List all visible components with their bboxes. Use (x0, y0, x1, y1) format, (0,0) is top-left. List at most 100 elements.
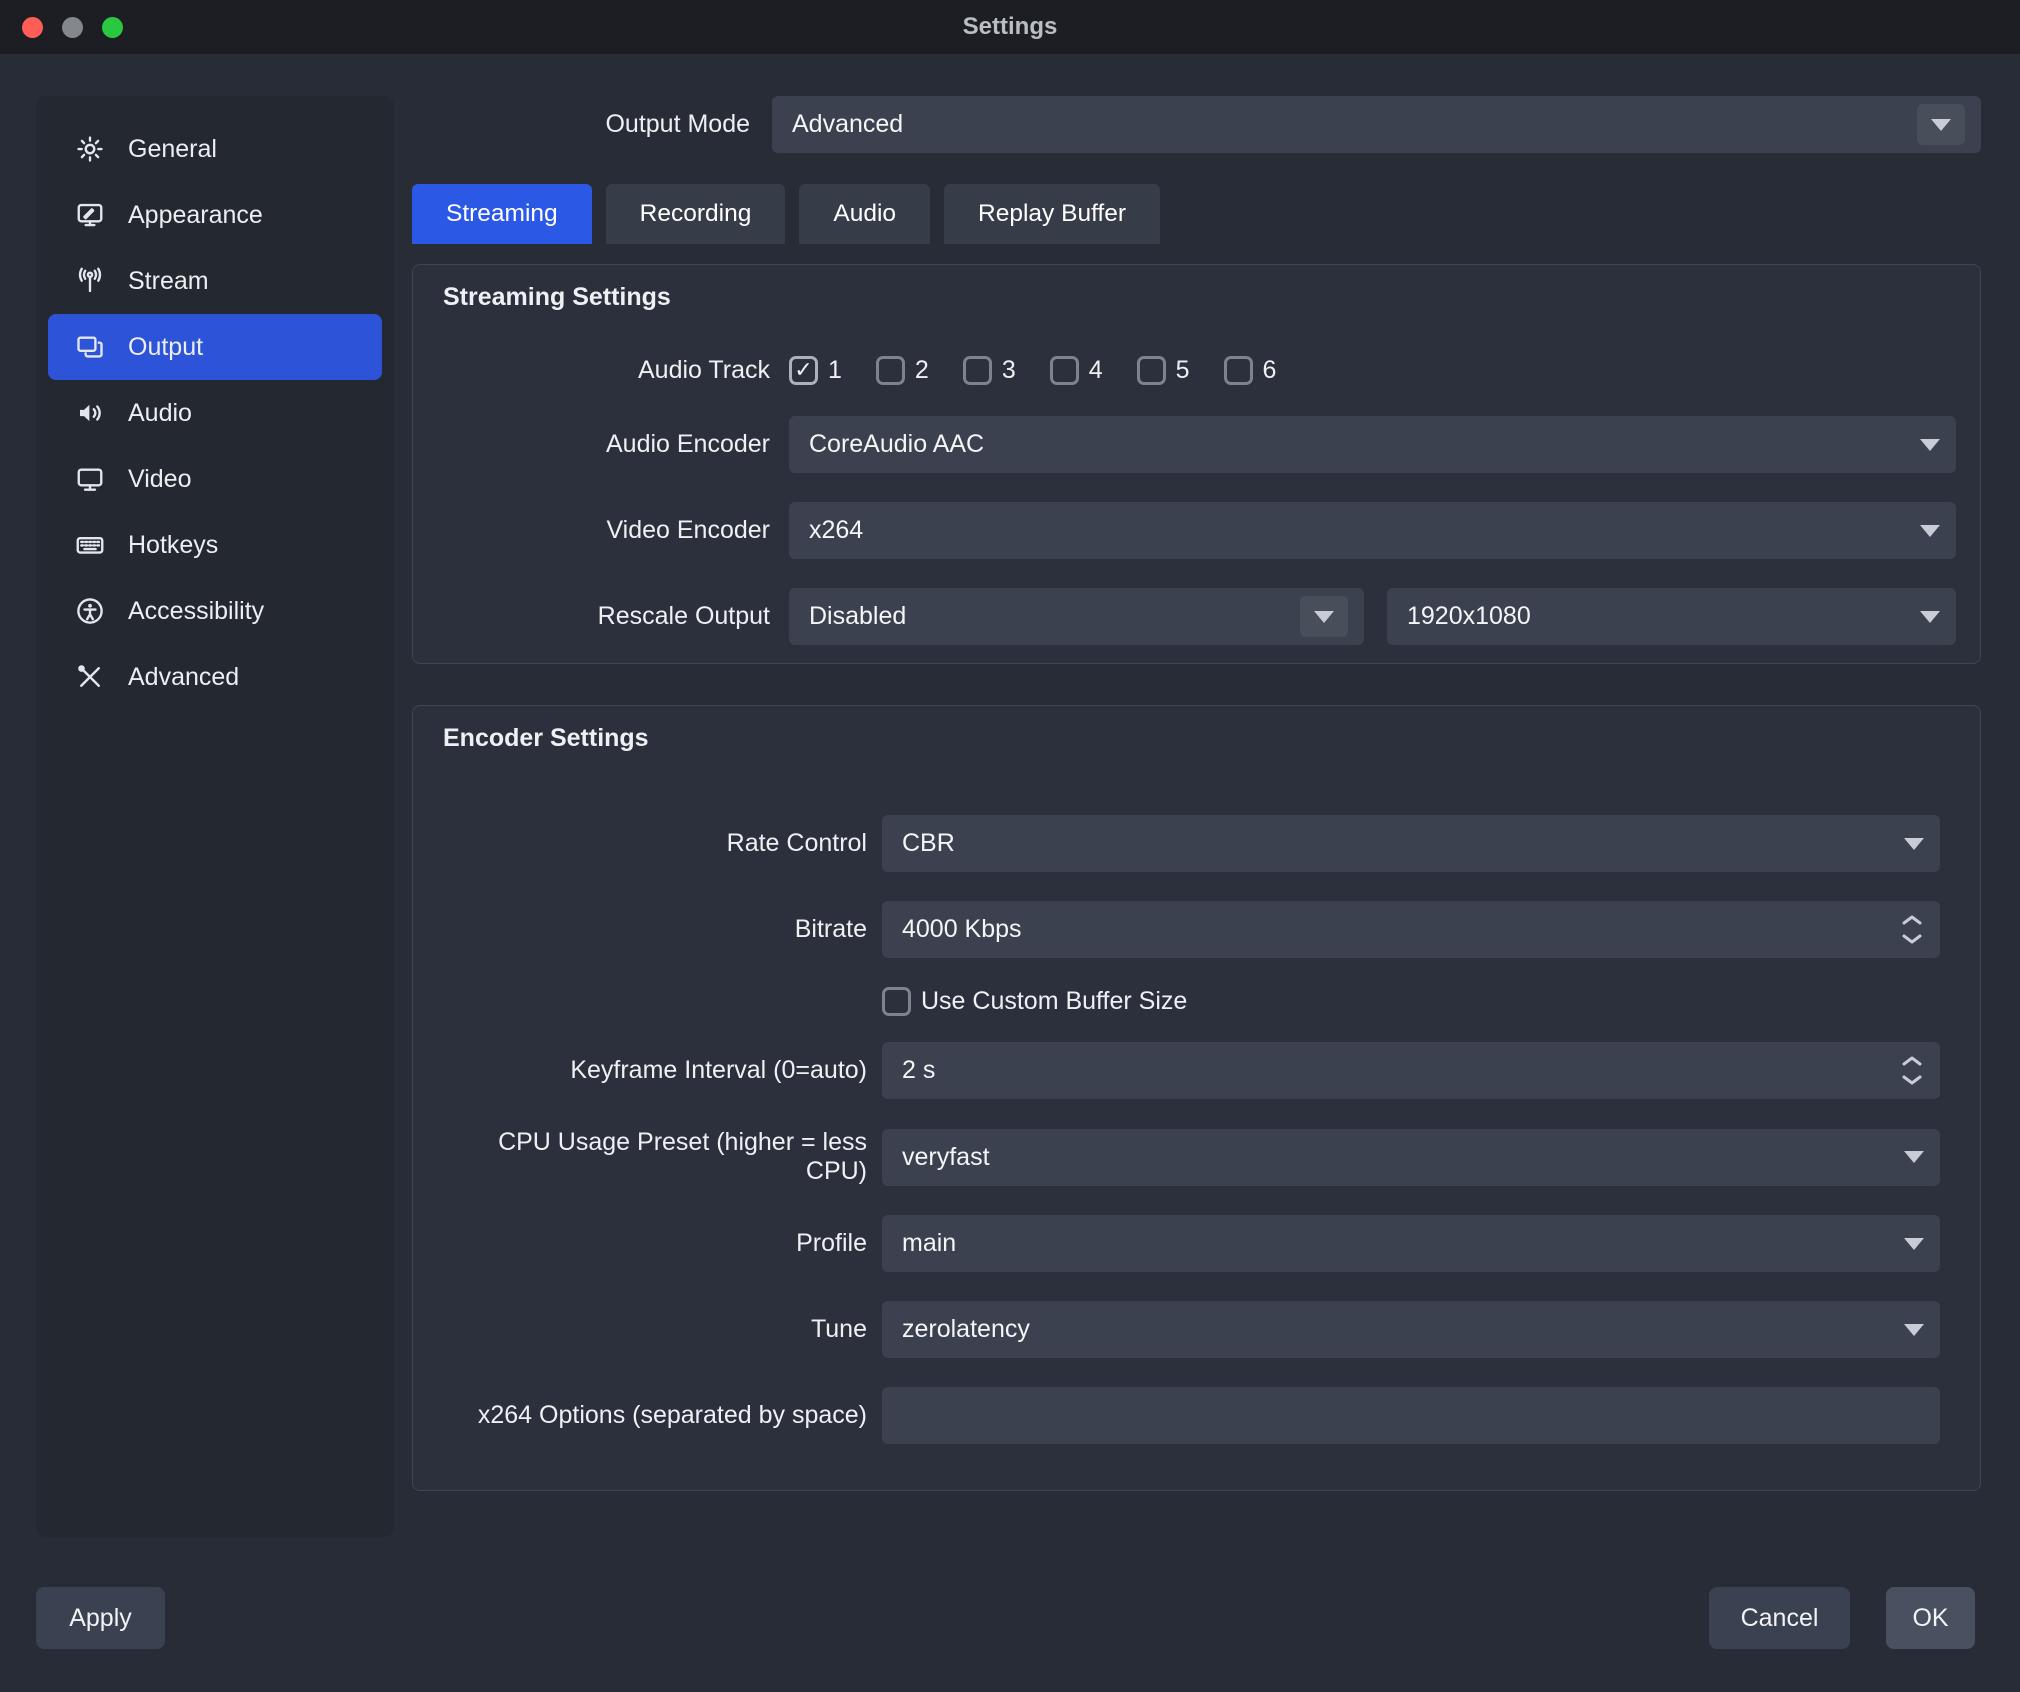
custom-buffer-checkbox[interactable] (882, 987, 911, 1016)
chevron-down-icon (1900, 1074, 1924, 1086)
sidebar-item-general[interactable]: General (48, 116, 382, 182)
minimize-window-button[interactable] (62, 17, 83, 38)
bitrate-spinner[interactable]: 4000 Kbps (882, 901, 1940, 958)
audio-track-checkboxes: 1 2 3 4 5 (789, 350, 1276, 390)
tab-audio[interactable]: Audio (799, 184, 930, 244)
chevron-down-icon (1920, 611, 1940, 623)
profile-select[interactable]: main (882, 1215, 1940, 1272)
audio-track-5: 5 (1137, 356, 1190, 385)
audio-track-3-label: 3 (1002, 356, 1016, 385)
video-encoder-label: Video Encoder (437, 516, 770, 545)
chevron-down-icon (1314, 611, 1334, 623)
sidebar-item-label: Stream (128, 267, 209, 296)
x264-options-row: x264 Options (separated by space) (437, 1387, 1956, 1444)
titlebar: Settings (0, 0, 2020, 54)
close-window-button[interactable] (22, 17, 43, 38)
output-tabs: Streaming Recording Audio Replay Buffer (412, 184, 1981, 244)
audio-track-2: 2 (876, 356, 929, 385)
chevron-down-icon (1904, 838, 1924, 850)
audio-track-1: 1 (789, 356, 842, 385)
tune-row: Tune zerolatency (437, 1301, 1956, 1358)
encoder-settings-group: Encoder Settings Rate Control CBR Bitrat… (412, 705, 1981, 1491)
sidebar-item-hotkeys[interactable]: Hotkeys (48, 512, 382, 578)
audio-encoder-select[interactable]: CoreAudio AAC (789, 416, 1956, 473)
output-mode-select[interactable]: Advanced (772, 96, 1981, 153)
chevron-up-icon (1900, 1055, 1924, 1067)
cpu-preset-row: CPU Usage Preset (higher = less CPU) ver… (437, 1128, 1956, 1186)
audio-track-4-checkbox[interactable] (1050, 356, 1079, 385)
cancel-button[interactable]: Cancel (1709, 1587, 1850, 1649)
group-title: Streaming Settings (443, 283, 1956, 316)
rate-control-label: Rate Control (437, 829, 867, 858)
profile-label: Profile (437, 1229, 867, 1258)
tab-recording[interactable]: Recording (606, 184, 786, 244)
rate-control-value: CBR (902, 829, 955, 858)
tune-label: Tune (437, 1315, 867, 1344)
sidebar-item-label: Output (128, 333, 203, 362)
rate-control-row: Rate Control CBR (437, 815, 1956, 872)
tune-value: zerolatency (902, 1315, 1030, 1344)
audio-encoder-value: CoreAudio AAC (809, 430, 984, 459)
audio-track-label: Audio Track (437, 356, 770, 385)
keyframe-interval-row: Keyframe Interval (0=auto) 2 s (437, 1042, 1956, 1099)
streaming-settings-group: Streaming Settings Audio Track 1 2 3 (412, 264, 1981, 664)
sidebar-item-appearance[interactable]: Appearance (48, 182, 382, 248)
audio-track-5-checkbox[interactable] (1137, 356, 1166, 385)
audio-track-2-label: 2 (915, 356, 929, 385)
rescale-mode-select[interactable]: Disabled (789, 588, 1364, 645)
audio-track-4: 4 (1050, 356, 1103, 385)
apply-button[interactable]: Apply (36, 1587, 165, 1649)
appearance-icon (74, 199, 106, 231)
rate-control-select[interactable]: CBR (882, 815, 1940, 872)
chevron-up-icon (1900, 914, 1924, 926)
output-mode-value: Advanced (792, 110, 903, 139)
audio-track-1-label: 1 (828, 356, 842, 385)
chevron-down-icon (1904, 1324, 1924, 1336)
sidebar-item-video[interactable]: Video (48, 446, 382, 512)
sidebar-item-stream[interactable]: Stream (48, 248, 382, 314)
main-panel: Output Mode Advanced Streaming Recording… (412, 96, 1981, 1491)
bitrate-value: 4000 Kbps (902, 915, 1022, 944)
cpu-preset-select[interactable]: veryfast (882, 1129, 1940, 1186)
zoom-window-button[interactable] (102, 17, 123, 38)
x264-options-input[interactable] (882, 1387, 1940, 1444)
keyframe-interval-label: Keyframe Interval (0=auto) (437, 1056, 867, 1085)
audio-track-6-label: 6 (1263, 356, 1277, 385)
sidebar-item-accessibility[interactable]: Accessibility (48, 578, 382, 644)
sidebar-item-output[interactable]: Output (48, 314, 382, 380)
custom-buffer-row: Use Custom Buffer Size (437, 984, 1956, 1018)
chevron-down-icon (1904, 1151, 1924, 1163)
traffic-lights (22, 0, 123, 54)
tab-streaming[interactable]: Streaming (412, 184, 592, 244)
tab-replay-buffer[interactable]: Replay Buffer (944, 184, 1160, 244)
ok-button[interactable]: OK (1886, 1587, 1975, 1649)
audio-track-6-checkbox[interactable] (1224, 356, 1253, 385)
keyframe-interval-value: 2 s (902, 1056, 935, 1085)
profile-row: Profile main (437, 1215, 1956, 1272)
audio-track-2-checkbox[interactable] (876, 356, 905, 385)
window-title: Settings (963, 13, 1058, 41)
gear-icon (74, 133, 106, 165)
dropdown-arrow-box (1300, 596, 1348, 637)
video-encoder-select[interactable]: x264 (789, 502, 1956, 559)
keyframe-interval-spinner[interactable]: 2 s (882, 1042, 1940, 1099)
accessibility-icon (74, 595, 106, 627)
tune-select[interactable]: zerolatency (882, 1301, 1940, 1358)
sidebar-item-label: General (128, 135, 217, 164)
output-icon (74, 331, 106, 363)
chevron-down-icon (1904, 1238, 1924, 1250)
rescale-mode-value: Disabled (809, 602, 906, 631)
audio-encoder-label: Audio Encoder (437, 430, 770, 459)
sidebar-item-audio[interactable]: Audio (48, 380, 382, 446)
rescale-resolution-select[interactable]: 1920x1080 (1387, 588, 1956, 645)
bitrate-row: Bitrate 4000 Kbps (437, 901, 1956, 958)
spinner-buttons (1900, 1055, 1924, 1086)
audio-track-5-label: 5 (1176, 356, 1190, 385)
audio-track-3-checkbox[interactable] (963, 356, 992, 385)
keyboard-icon (74, 529, 106, 561)
cpu-preset-label: CPU Usage Preset (higher = less CPU) (437, 1128, 867, 1186)
audio-track-1-checkbox[interactable] (789, 356, 818, 385)
sidebar-item-label: Audio (128, 399, 192, 428)
sidebar-item-advanced[interactable]: Advanced (48, 644, 382, 710)
dropdown-arrow-box (1917, 104, 1965, 145)
